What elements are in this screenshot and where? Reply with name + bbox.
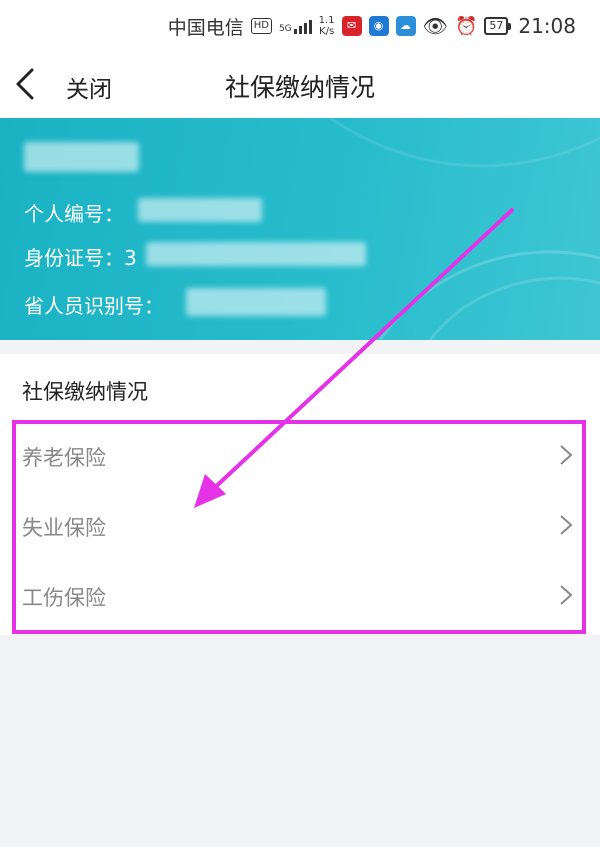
battery-tip — [508, 22, 512, 30]
clock: 21:08 — [518, 14, 576, 38]
provincial-id-redacted — [186, 288, 326, 316]
name-redacted — [24, 142, 139, 172]
carrier-name: 中国电信 — [167, 16, 244, 39]
personal-id-row: 个人编号： — [24, 198, 124, 227]
app-notification-icon: ✉ — [341, 16, 362, 36]
status-bar: 中国电信 HD 5G 1.1 K/s ✉ ◉ ☁ 👁 ⏰ 57 21:08 — [0, 0, 600, 52]
insurance-list: 养老保险 失业保险 工伤保险 — [0, 420, 600, 635]
list-item-label: 工伤保险 — [22, 586, 106, 610]
profile-card: 个人编号： 身份证号：3 省人员识别号： — [0, 118, 600, 340]
speed-value: 1.1 — [318, 15, 335, 26]
signal-indicator: 5G — [279, 18, 312, 34]
cloud-app-icon: ☁ — [395, 16, 416, 36]
list-item-label: 养老保险 — [22, 446, 106, 470]
eye-icon: 👁 — [422, 14, 448, 38]
chevron-right-icon — [560, 585, 573, 605]
alarm-icon: ⏰ — [454, 15, 478, 37]
section-title: 社保缴纳情况 — [22, 380, 148, 404]
provincial-id-row: 省人员识别号： — [24, 290, 164, 319]
chevron-right-icon — [560, 515, 573, 535]
battery-indicator: 57 — [484, 17, 512, 35]
list-item-label: 失业保险 — [22, 516, 106, 540]
list-item-pension[interactable]: 养老保险 — [0, 420, 600, 490]
hd-badge: HD — [250, 18, 272, 34]
personal-id-label: 个人编号： — [24, 202, 124, 226]
status-icons: 中国电信 HD 5G 1.1 K/s ✉ ◉ ☁ 👁 ⏰ 57 21:08 — [168, 12, 576, 40]
signal-bars-icon — [293, 18, 312, 34]
section-header: 社保缴纳情况 — [0, 354, 600, 420]
shield-app-icon: ◉ — [368, 16, 389, 36]
id-card-label: 身份证号： — [24, 246, 124, 270]
navigation-bar: 关闭 社保缴纳情况 — [0, 52, 600, 118]
chevron-right-icon — [560, 445, 573, 465]
battery-level: 57 — [484, 17, 509, 35]
provincial-id-label: 省人员识别号： — [24, 294, 164, 318]
speed-unit: K/s — [319, 26, 335, 37]
network-speed: 1.1 K/s — [319, 15, 335, 37]
id-card-visible-digit: 3 — [124, 246, 137, 270]
id-card-redacted — [146, 242, 366, 266]
list-item-unemployment[interactable]: 失业保险 — [0, 490, 600, 560]
page-title: 社保缴纳情况 — [224, 73, 375, 102]
personal-id-redacted — [138, 198, 262, 222]
network-type: 5G — [278, 24, 292, 34]
id-card-row: 身份证号：3 — [24, 242, 137, 271]
list-item-work-injury[interactable]: 工伤保险 — [0, 560, 600, 630]
